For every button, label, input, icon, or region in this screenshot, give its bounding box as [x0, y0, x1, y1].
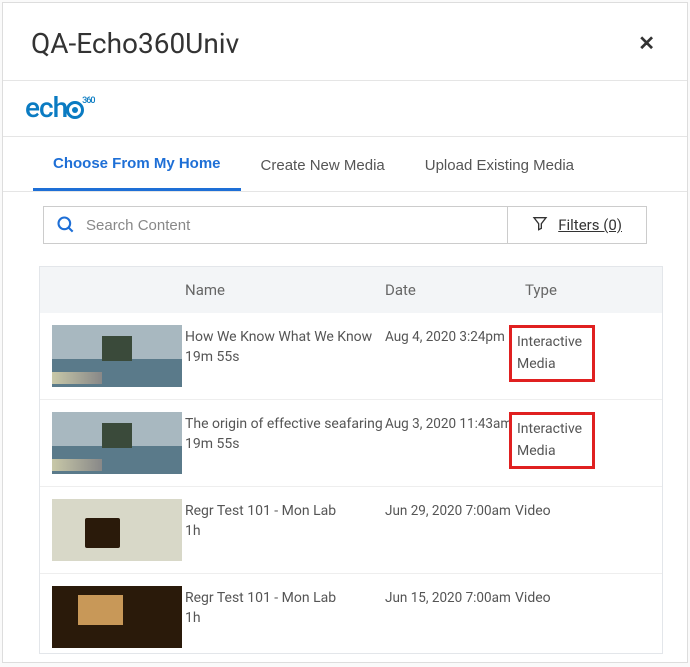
col-name-header: Name: [185, 281, 385, 299]
cell-type: Video: [515, 499, 595, 519]
search-icon: [56, 215, 76, 235]
cell-date: Aug 4, 2020 3:24pm: [385, 325, 515, 345]
type-highlight: Interactive Media: [509, 325, 595, 382]
cell-name: Regr Test 101 - Mon Lab 1h: [185, 586, 385, 626]
cell-date: Aug 3, 2020 11:43am: [385, 412, 515, 432]
echo360-logo: ech 360: [25, 91, 97, 124]
media-duration: 1h: [185, 523, 385, 539]
media-duration: 1h: [185, 610, 385, 626]
media-chooser-modal: QA-Echo360Univ ✕ ech 360 Choose From My …: [2, 2, 688, 663]
search-input[interactable]: [86, 217, 495, 234]
cell-date: Jun 15, 2020 7:00am: [385, 586, 515, 606]
filters-label: Filters (0): [558, 216, 622, 234]
table-row[interactable]: Regr Test 101 - Mon Lab 1hJun 15, 2020 7:…: [40, 574, 662, 653]
logo-text: ech: [25, 91, 67, 124]
thumbnail: [52, 325, 182, 387]
type-highlight: Interactive Media: [509, 412, 595, 469]
media-duration: 19m 55s: [185, 349, 385, 365]
thumbnail: [52, 499, 182, 561]
cell-name: The origin of effective seafaring 19m 55s: [185, 412, 385, 452]
col-type-header: Type: [525, 281, 605, 299]
table-body[interactable]: How We Know What We Know19m 55sAug 4, 20…: [40, 313, 662, 653]
cell-date: Jun 29, 2020 7:00am: [385, 499, 515, 519]
thumbnail: [52, 412, 182, 474]
tab-1[interactable]: Create New Media: [241, 137, 405, 191]
filters-button[interactable]: Filters (0): [507, 206, 647, 244]
table-header-row: Name Date Type: [40, 267, 662, 313]
cell-name: How We Know What We Know 19m 55s: [185, 325, 385, 365]
filter-icon: [532, 215, 548, 235]
tab-bar: Choose From My HomeCreate New MediaUploa…: [3, 137, 687, 192]
media-name: The origin of effective seafaring: [185, 416, 385, 432]
close-button[interactable]: ✕: [638, 31, 655, 56]
cell-name: Regr Test 101 - Mon Lab 1h: [185, 499, 385, 539]
table-row[interactable]: How We Know What We Know 19m 55sAug 4, 20…: [40, 313, 662, 400]
media-name: Regr Test 101 - Mon Lab: [185, 503, 385, 519]
search-row: Filters (0): [3, 192, 687, 258]
media-table: Name Date Type How We Know What We Know 1…: [39, 266, 663, 654]
media-name: Regr Test 101 - Mon Lab: [185, 590, 385, 606]
tab-0[interactable]: Choose From My Home: [33, 137, 241, 191]
table-row[interactable]: The origin of effective seafaring 19m 55s…: [40, 400, 662, 487]
cell-type: Interactive Media: [515, 412, 595, 469]
logo-bar: ech 360: [3, 81, 687, 137]
media-duration: 19m 55s: [185, 436, 385, 452]
table-row[interactable]: Regr Test 101 - Mon Lab 1hJun 29, 2020 7:…: [40, 487, 662, 574]
thumbnail: [52, 586, 182, 648]
cell-type: Interactive Media: [515, 325, 595, 382]
logo-superscript: 360: [82, 96, 94, 106]
page-title: QA-Echo360Univ: [31, 27, 239, 60]
search-box[interactable]: [43, 206, 507, 244]
media-name: How We Know What We Know: [185, 329, 385, 345]
tab-2[interactable]: Upload Existing Media: [405, 137, 594, 191]
col-date-header: Date: [385, 281, 525, 299]
modal-header: QA-Echo360Univ ✕: [3, 3, 687, 81]
cell-type: Video: [515, 586, 595, 606]
col-thumb-header: [40, 281, 185, 299]
